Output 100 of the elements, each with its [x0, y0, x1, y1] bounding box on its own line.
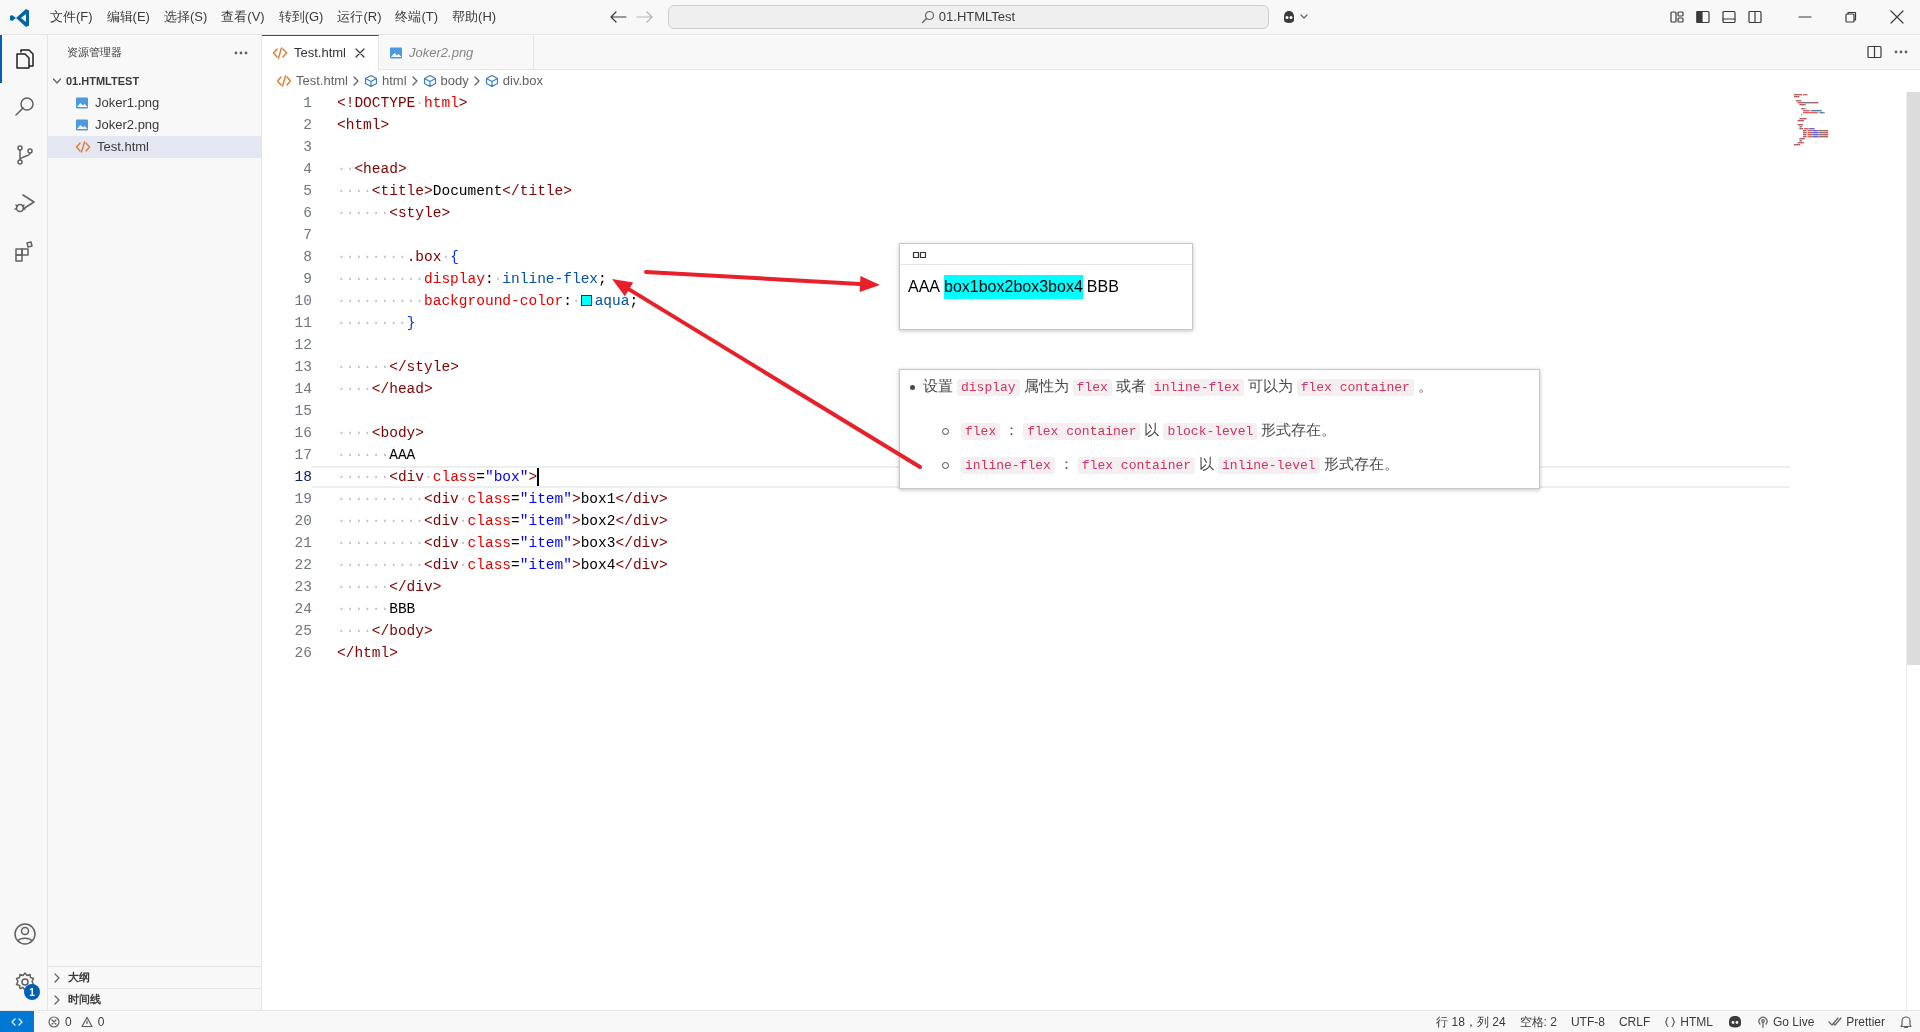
line-number: 18 — [293, 468, 312, 487]
breadcrumb-item[interactable]: Test.html — [276, 71, 348, 91]
line-number: 2 — [302, 116, 312, 135]
line-number: 5 — [302, 182, 312, 201]
code-line: ····<title>Document</title> — [337, 182, 572, 200]
copilot-icon — [1726, 1014, 1743, 1029]
menu-item[interactable]: 转到(G) — [271, 3, 331, 31]
code-line: <html> — [337, 116, 390, 134]
notification-badge: 1 — [24, 984, 40, 1000]
code-icon — [75, 140, 91, 154]
code-line: ··········<div·class="item">box2</div> — [337, 512, 668, 530]
error-icon — [47, 1014, 61, 1029]
line-number: 4 — [302, 160, 312, 179]
line-number: 15 — [293, 402, 312, 421]
status-item[interactable]: Go Live — [1749, 1012, 1822, 1031]
element-icon — [364, 74, 378, 88]
run-debug-icon — [12, 191, 37, 215]
menu-item[interactable]: 查看(V) — [214, 3, 272, 31]
chevron-icon — [352, 75, 360, 87]
menu-item[interactable]: 帮助(H) — [445, 3, 504, 31]
preview-text: box1box2box3box4 — [944, 275, 1083, 299]
element-icon — [422, 74, 437, 88]
line-number: 10 — [293, 292, 312, 311]
file-item[interactable]: Joker1.png — [48, 92, 261, 114]
chevron-icon — [410, 75, 419, 87]
sidebar-title: 资源管理器 — [67, 45, 122, 61]
note-text: 设置 display 属性为 flex 或者 inline-flex 可以为 flex container 。 — [923, 377, 1433, 398]
file-item[interactable]: Test.html — [48, 136, 261, 158]
settings-button[interactable]: 1 — [0, 958, 47, 1006]
image-icon — [389, 45, 403, 60]
secondary-sidebar-icon[interactable] — [1747, 9, 1763, 25]
menu-item[interactable]: 编辑(E) — [99, 3, 157, 31]
line-number: 8 — [302, 248, 312, 267]
breadcrumb-item[interactable]: body — [422, 71, 469, 91]
image-icon — [75, 118, 89, 132]
remote-button[interactable] — [0, 1010, 34, 1032]
code-line: ··········background-color:· aqua; — [337, 292, 639, 310]
broadcast-icon — [1756, 1015, 1769, 1028]
line-number: 11 — [293, 314, 312, 333]
command-center[interactable]: 01.HTMLTest — [667, 5, 1269, 29]
bullet-icon — [910, 384, 915, 390]
note-text: inline-flex ： flex container 以 inline-level 形式存在。 — [957, 454, 1399, 476]
menu-item[interactable]: 选择(S) — [156, 3, 215, 31]
file-item[interactable]: Joker2.png — [48, 114, 261, 136]
section-header[interactable]: 大纲 — [48, 966, 261, 988]
sidebar-toggle-icon[interactable] — [1695, 9, 1711, 25]
code-line: ······</div> — [337, 578, 442, 596]
menu-item[interactable]: 终端(T) — [388, 3, 446, 31]
line-number: 25 — [293, 622, 312, 641]
code-line: ··········display:·inline-flex; — [337, 270, 607, 288]
line-number: 17 — [293, 446, 312, 465]
code-line: ······<style> — [337, 204, 451, 222]
status-item[interactable]: Prettier — [1821, 1012, 1892, 1031]
status-item[interactable]: 空格: 2 — [1512, 1012, 1564, 1031]
preview-text: BBB — [1086, 277, 1119, 297]
split-editor-icon[interactable] — [1866, 44, 1884, 60]
menu-item[interactable]: 运行(R) — [330, 3, 389, 31]
line-number: 16 — [293, 424, 312, 443]
text-cursor — [537, 468, 540, 486]
broken-image-icon — [912, 249, 928, 260]
image-icon — [75, 96, 89, 110]
code-line: ··········<div·class="item">box1</div> — [337, 490, 668, 508]
line-number: 24 — [293, 600, 312, 619]
preview-text: AAA — [908, 277, 940, 297]
code-line: ····</body> — [337, 622, 433, 640]
editor-tab[interactable]: Test.html — [262, 35, 379, 70]
problems-button[interactable]: 0 0 — [40, 1012, 112, 1031]
status-item[interactable]: HTML — [1657, 1012, 1720, 1031]
code-line: ······AAA — [337, 446, 416, 464]
menu-item[interactable]: 文件(F) — [43, 3, 100, 31]
status-item[interactable]: 行 18，列 24 — [1429, 1012, 1513, 1031]
chevron-icon — [52, 971, 62, 984]
line-number: 6 — [302, 204, 312, 223]
braces-icon — [1664, 1015, 1677, 1028]
breadcrumb-item[interactable]: div.box — [484, 71, 543, 91]
warning-icon — [79, 1014, 94, 1029]
breadcrumb-item[interactable]: html — [364, 71, 407, 91]
scrollbar-thumb[interactable] — [1907, 92, 1920, 665]
code-line: ········} — [337, 314, 416, 332]
panel-toggle-icon[interactable] — [1721, 9, 1737, 25]
code-line: ······</style> — [337, 358, 459, 376]
folder-row[interactable]: 01.HTMLTEST — [48, 70, 261, 92]
code-line: ··<head> — [337, 160, 407, 178]
code-line: ··········<div·class="item">box3</div> — [337, 534, 668, 552]
status-item[interactable]: UTF-8 — [1563, 1012, 1612, 1031]
line-number: 19 — [293, 490, 312, 509]
code-icon — [276, 74, 292, 88]
code-line: ··········<div·class="item">box4</div> — [337, 556, 668, 574]
line-number: 3 — [302, 138, 312, 157]
layout-icon[interactable] — [1669, 9, 1685, 25]
line-number: 23 — [293, 578, 312, 597]
search-icon — [920, 10, 935, 24]
line-number: 21 — [293, 534, 312, 553]
line-number: 22 — [293, 556, 312, 575]
line-number: 7 — [302, 226, 312, 245]
line-number: 12 — [293, 336, 312, 355]
double-check-icon — [1828, 1015, 1843, 1028]
code-line: ········.box·{ — [337, 248, 459, 266]
status-item[interactable]: CRLF — [1611, 1012, 1658, 1031]
chevron-icon — [472, 75, 481, 87]
